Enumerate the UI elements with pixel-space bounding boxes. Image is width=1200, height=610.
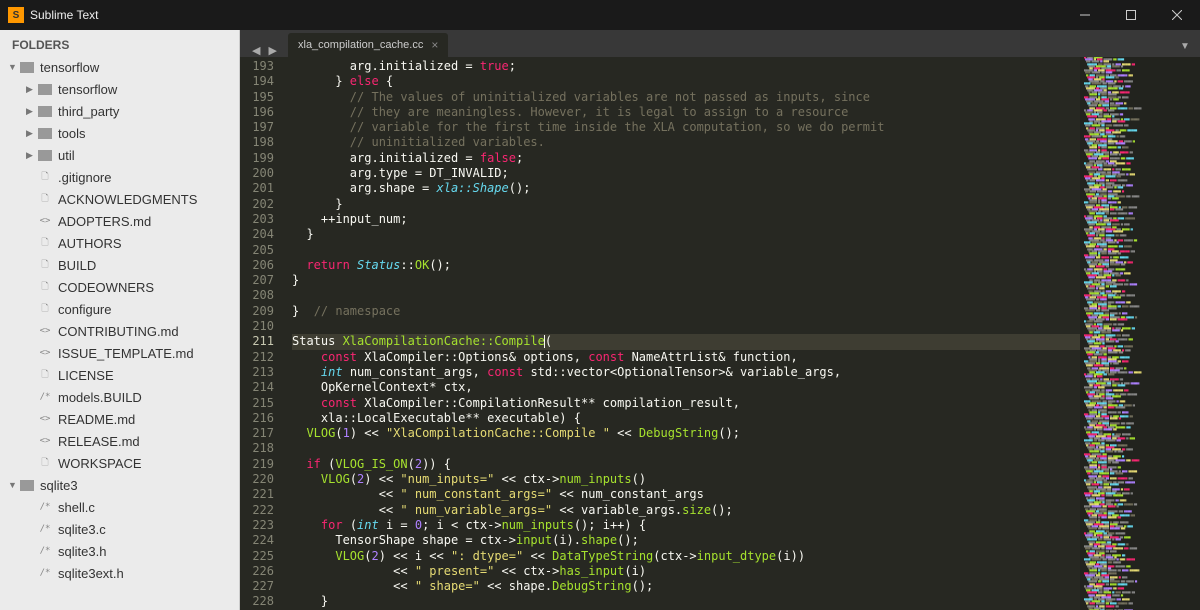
window-controls — [1062, 0, 1200, 30]
tree-item-label: .gitignore — [58, 170, 111, 185]
file-item[interactable]: <> ISSUE_TEMPLATE.md — [0, 342, 239, 364]
tab-close-button[interactable]: × — [431, 38, 438, 52]
tree-item-label: sqlite3ext.h — [58, 566, 124, 581]
folder-icon — [38, 106, 52, 117]
file-item[interactable]: <> ADOPTERS.md — [0, 210, 239, 232]
file-icon: 🗋 — [38, 192, 52, 206]
folder-icon — [20, 62, 34, 73]
tree-item-label: ISSUE_TEMPLATE.md — [58, 346, 194, 361]
file-item[interactable]: 🗋 BUILD — [0, 254, 239, 276]
app-title: Sublime Text — [30, 8, 98, 22]
file-item[interactable]: /* sqlite3ext.h — [0, 562, 239, 584]
tree-item-label: sqlite3 — [40, 478, 78, 493]
tree-item-label: sqlite3.h — [58, 544, 106, 559]
file-item[interactable]: /* sqlite3.c — [0, 518, 239, 540]
nav-back-button[interactable]: ◀ — [252, 44, 260, 57]
folder-item[interactable]: ▶ util — [0, 144, 239, 166]
file-icon: <> — [38, 324, 52, 338]
file-icon: <> — [38, 412, 52, 426]
expand-arrow-icon[interactable]: ▶ — [26, 84, 38, 95]
tree-item-label: util — [58, 148, 75, 163]
sidebar-title: FOLDERS — [0, 30, 239, 56]
tree-item-label: ACKNOWLEDGMENTS — [58, 192, 197, 207]
folder-item[interactable]: ▶ tensorflow — [0, 78, 239, 100]
file-item[interactable]: <> RELEASE.md — [0, 430, 239, 452]
tabbar-menu-button[interactable]: ▼ — [1174, 35, 1196, 57]
folder-item[interactable]: ▼ tensorflow — [0, 56, 239, 78]
expand-arrow-icon[interactable]: ▼ — [8, 480, 20, 490]
file-item[interactable]: /* models.BUILD — [0, 386, 239, 408]
tree-item-label: BUILD — [58, 258, 96, 273]
tree-item-label: sqlite3.c — [58, 522, 106, 537]
editor-pane: ◀ ▶ xla_compilation_cache.cc × ▼ 1931941… — [240, 30, 1200, 610]
code-editor[interactable]: arg.initialized = true; } else { // The … — [292, 57, 1080, 610]
folder-item[interactable]: ▶ third_party — [0, 100, 239, 122]
file-icon: 🗋 — [38, 170, 52, 184]
tree-item-label: models.BUILD — [58, 390, 142, 405]
tree-item-label: WORKSPACE — [58, 456, 142, 471]
tab-label: xla_compilation_cache.cc — [298, 39, 423, 51]
file-tab[interactable]: xla_compilation_cache.cc × — [288, 33, 448, 57]
file-icon: /* — [38, 544, 52, 558]
tree-item-label: tensorflow — [58, 82, 117, 97]
tree-item-label: AUTHORS — [58, 236, 122, 251]
tree-item-label: tools — [58, 126, 85, 141]
file-item[interactable]: 🗋 CODEOWNERS — [0, 276, 239, 298]
tree-item-label: CODEOWNERS — [58, 280, 154, 295]
nav-forward-button[interactable]: ▶ — [268, 44, 276, 57]
tree-item-label: third_party — [58, 104, 119, 119]
folder-icon — [20, 480, 34, 491]
file-item[interactable]: 🗋 LICENSE — [0, 364, 239, 386]
line-numbers-gutter[interactable]: 1931941951961971981992002012022032042052… — [240, 57, 292, 610]
expand-arrow-icon[interactable]: ▼ — [8, 62, 20, 72]
file-icon: <> — [38, 214, 52, 228]
file-item[interactable]: 🗋 AUTHORS — [0, 232, 239, 254]
file-item[interactable]: 🗋 WORKSPACE — [0, 452, 239, 474]
tree-item-label: LICENSE — [58, 368, 114, 383]
file-icon: 🗋 — [38, 258, 52, 272]
folder-icon — [38, 84, 52, 95]
close-button[interactable] — [1154, 0, 1200, 30]
minimize-button[interactable] — [1062, 0, 1108, 30]
file-icon: <> — [38, 346, 52, 360]
app-icon: S — [8, 7, 24, 23]
file-item[interactable]: 🗋 ACKNOWLEDGMENTS — [0, 188, 239, 210]
file-icon: 🗋 — [38, 236, 52, 250]
expand-arrow-icon[interactable]: ▶ — [26, 150, 38, 161]
tree-item-label: configure — [58, 302, 111, 317]
file-item[interactable]: 🗋 configure — [0, 298, 239, 320]
file-icon: /* — [38, 522, 52, 536]
file-icon: 🗋 — [38, 280, 52, 294]
file-icon: /* — [38, 390, 52, 404]
file-item[interactable]: 🗋 .gitignore — [0, 166, 239, 188]
file-icon: /* — [38, 566, 52, 580]
file-item[interactable]: /* shell.c — [0, 496, 239, 518]
minimap[interactable]: ██ █████ ████████ ███████ ██ █████ █████… — [1080, 57, 1200, 610]
tree-item-label: shell.c — [58, 500, 95, 515]
file-icon: 🗋 — [38, 456, 52, 470]
titlebar: S Sublime Text — [0, 0, 1200, 30]
folder-icon — [38, 150, 52, 161]
maximize-button[interactable] — [1108, 0, 1154, 30]
tree-item-label: RELEASE.md — [58, 434, 140, 449]
tree-item-label: ADOPTERS.md — [58, 214, 151, 229]
file-item[interactable]: <> README.md — [0, 408, 239, 430]
file-icon: 🗋 — [38, 368, 52, 382]
tree-item-label: tensorflow — [40, 60, 99, 75]
folder-item[interactable]: ▼ sqlite3 — [0, 474, 239, 496]
file-item[interactable]: /* sqlite3.h — [0, 540, 239, 562]
file-icon: /* — [38, 500, 52, 514]
tree-item-label: README.md — [58, 412, 135, 427]
tree-item-label: CONTRIBUTING.md — [58, 324, 179, 339]
file-icon: <> — [38, 434, 52, 448]
folder-item[interactable]: ▶ tools — [0, 122, 239, 144]
expand-arrow-icon[interactable]: ▶ — [26, 128, 38, 139]
sidebar[interactable]: FOLDERS ▼tensorflow▶tensorflow▶third_par… — [0, 30, 240, 610]
expand-arrow-icon[interactable]: ▶ — [26, 106, 38, 117]
file-item[interactable]: <> CONTRIBUTING.md — [0, 320, 239, 342]
folder-icon — [38, 128, 52, 139]
file-icon: 🗋 — [38, 302, 52, 316]
